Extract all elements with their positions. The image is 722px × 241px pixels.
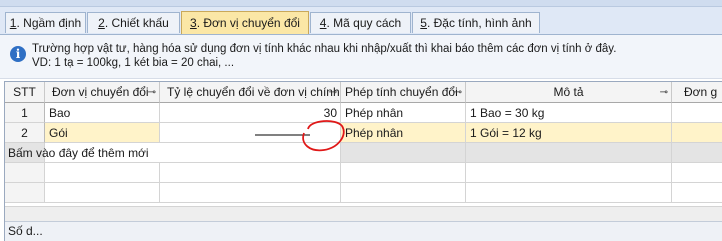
summary-footer: Số d... [5, 221, 722, 241]
cell-price[interactable] [672, 123, 722, 143]
info-text-line2: VD: 1 tạ = 100kg, 1 két bia = 20 chai, .… [32, 57, 235, 69]
new-row-cell[interactable] [466, 143, 672, 163]
pin-icon[interactable]: ⊸ [660, 82, 668, 102]
new-row-cell[interactable] [341, 143, 466, 163]
info-icon: i [10, 46, 26, 62]
pin-icon[interactable]: ⊸ [454, 82, 462, 102]
column-header-operation-label: Phép tính chuyển đổi [345, 85, 458, 99]
cell-unit[interactable]: Gói [45, 123, 160, 143]
cell-description[interactable]: 1 Bao = 30 kg [466, 103, 672, 123]
tab-unit-conversion[interactable]: 3. Đơn vị chuyển đổi [181, 11, 309, 34]
cell-operation[interactable]: Phép nhân [341, 123, 466, 143]
tab-discount[interactable]: 2. Chiết khấu [87, 12, 180, 33]
tab-strip: 1. Ngầm định 2. Chiết khấu 3. Đơn vị chu… [0, 0, 722, 35]
column-header-description-label: Mô tả [553, 85, 584, 99]
unit-conversion-grid: STT Đơn vị chuyển đổi ⊸ Tỷ lệ chuyển đổi… [4, 81, 722, 241]
pin-icon[interactable]: ⊸ [329, 82, 337, 102]
add-new-row-hint[interactable]: Bấm vào đây để thêm mới [5, 143, 149, 163]
info-panel: i Trường hợp vật tư, hàng hóa sử dụng đơ… [0, 35, 722, 79]
tab-strip-top-border [0, 0, 722, 7]
empty-cell [672, 183, 722, 203]
cell-unit[interactable]: Bao [45, 103, 160, 123]
row-number[interactable]: 2 [5, 123, 45, 143]
column-header-unit[interactable]: Đơn vị chuyển đổi ⊸ [45, 82, 160, 103]
empty-cell [45, 163, 160, 183]
column-header-description[interactable]: Mô tả ⊸ [466, 82, 672, 103]
column-header-unit-label: Đơn vị chuyển đổi [52, 85, 149, 99]
empty-cell [5, 163, 45, 183]
empty-cell [341, 163, 466, 183]
column-header-ratio-label: Tỷ lệ chuyển đổi về đơn vị chính [167, 85, 340, 99]
tab-properties-images[interactable]: 5. Đặc tính, hình ảnh [412, 12, 540, 33]
empty-cell [160, 183, 341, 203]
column-header-price[interactable]: Đơn g [672, 82, 722, 103]
cell-description[interactable]: 1 Gói = 12 kg [466, 123, 672, 143]
empty-cell [341, 183, 466, 203]
pin-icon[interactable]: ⊸ [148, 82, 156, 102]
footer-label: Số d... [8, 224, 43, 238]
empty-cell [45, 183, 160, 203]
tab-spec-code[interactable]: 4. Mã quy cách [310, 12, 411, 33]
horizontal-scrollbar[interactable] [5, 206, 722, 221]
empty-cell [672, 163, 722, 183]
column-header-operation[interactable]: Phép tính chuyển đổi ⊸ [341, 82, 466, 103]
column-header-stt[interactable]: STT [5, 82, 45, 103]
column-header-ratio[interactable]: Tỷ lệ chuyển đổi về đơn vị chính ⊸ [160, 82, 341, 103]
new-row-cell[interactable] [672, 143, 722, 163]
row-number[interactable]: 1 [5, 103, 45, 123]
tab-default[interactable]: 1. Ngầm định [5, 12, 86, 33]
empty-cell [466, 183, 672, 203]
cell-operation[interactable]: Phép nhân [341, 103, 466, 123]
empty-cell [5, 183, 45, 203]
empty-cell [160, 163, 341, 183]
cell-price[interactable] [672, 103, 722, 123]
info-text-line1: Trường hợp vật tư, hàng hóa sử dụng đơn … [32, 43, 617, 55]
empty-cell [466, 163, 672, 183]
